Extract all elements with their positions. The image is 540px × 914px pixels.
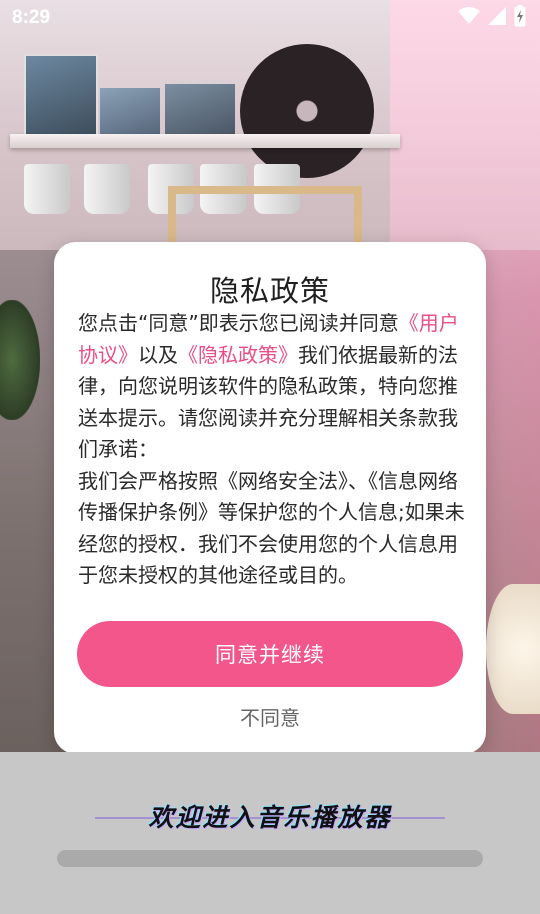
privacy-policy-link[interactable]: 《隐私政策》 bbox=[178, 343, 298, 367]
signal-icon bbox=[488, 7, 506, 29]
body-text: 您点击“同意”即表示您已阅读并同意 bbox=[78, 311, 399, 335]
status-icons bbox=[458, 5, 526, 31]
background-poster bbox=[24, 54, 98, 138]
dialog-paragraph: 我们会严格按照《网络安全法》、《信息网络传播保护条例》等保护您的个人信息;如果未… bbox=[78, 468, 465, 588]
privacy-dialog: 隐私政策 您点击“同意”即表示您已阅读并同意《用户协议》以及《隐私政策》我们依据… bbox=[54, 242, 486, 754]
wifi-icon bbox=[458, 7, 480, 29]
status-bar: 8:29 bbox=[0, 0, 540, 36]
background-lamp bbox=[486, 584, 540, 714]
background-shelf bbox=[10, 134, 400, 148]
body-text: 以及 bbox=[138, 342, 178, 367]
dialog-body: 您点击“同意”即表示您已阅读并同意《用户协议》以及《隐私政策》我们依据最新的法律… bbox=[78, 308, 470, 592]
status-time: 8:29 bbox=[12, 7, 51, 28]
welcome-area: 欢迎进入音乐播放器 bbox=[0, 752, 540, 914]
background-vinyl-record bbox=[240, 44, 374, 178]
dialog-title: 隐私政策 bbox=[209, 274, 330, 308]
background-plant bbox=[0, 300, 40, 420]
background-mug bbox=[24, 164, 70, 214]
background-mug bbox=[84, 164, 130, 214]
background-poster bbox=[100, 88, 160, 136]
welcome-title: 欢迎进入音乐播放器 bbox=[148, 803, 392, 832]
agree-continue-button[interactable]: 同意并继续 bbox=[77, 621, 463, 687]
loading-progress-bar bbox=[57, 850, 483, 867]
disagree-button[interactable]: 不同意 bbox=[54, 702, 486, 731]
dialog-paragraph: 您点击“同意”即表示您已阅读并同意《用户协议》以及《隐私政策》我们依据最新的法律… bbox=[78, 308, 470, 466]
background-poster bbox=[165, 84, 235, 136]
battery-charging-icon bbox=[514, 5, 526, 31]
